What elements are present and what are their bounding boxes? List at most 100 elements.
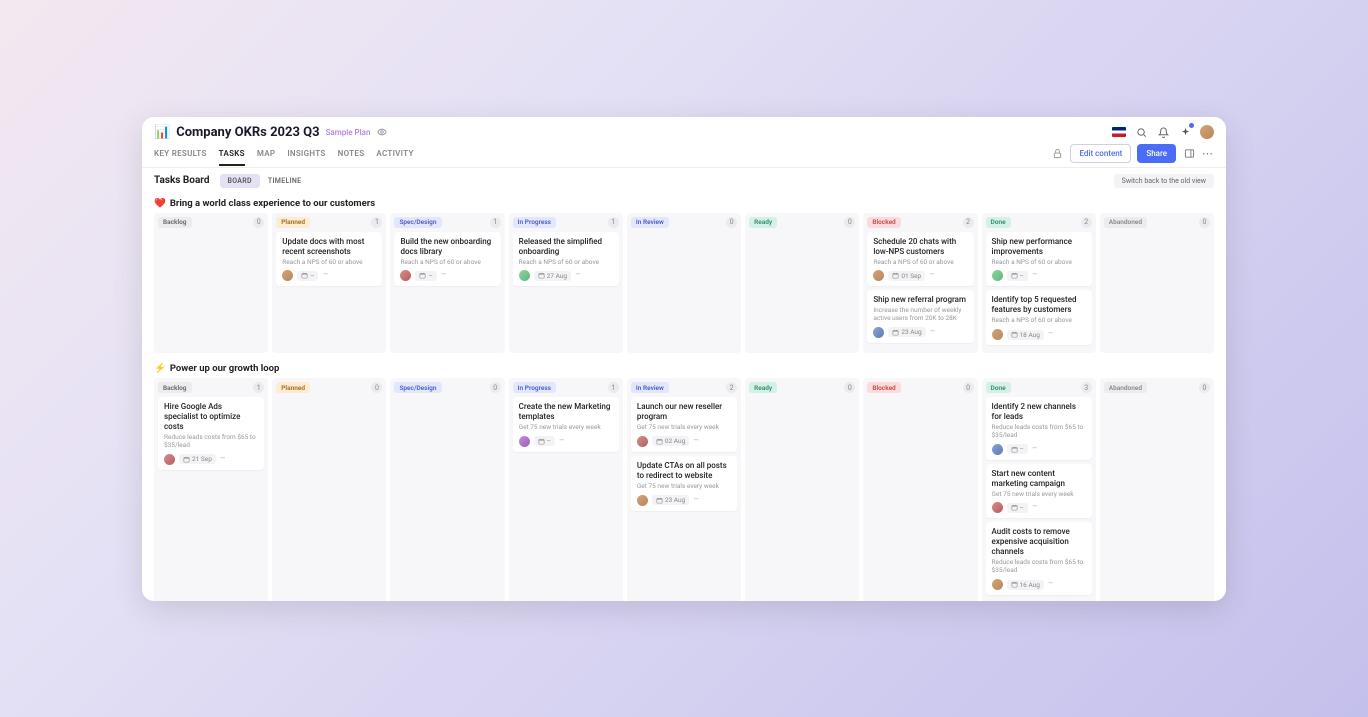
tab-activity[interactable]: ACTIVITY — [376, 145, 413, 166]
card-footer: 16 Aug– — [992, 579, 1086, 590]
language-flag-icon[interactable] — [1112, 127, 1126, 137]
assignee-avatar[interactable] — [992, 270, 1003, 281]
task-card[interactable]: Identify top 5 requested features by cus… — [986, 290, 1092, 345]
task-card[interactable]: Released the simplified onboardingReach … — [513, 232, 619, 287]
task-card[interactable]: Update CTAs on all posts to redirect to … — [631, 456, 737, 511]
card-more-icon[interactable]: – — [1048, 580, 1054, 589]
header-bar: 📊 Company OKRs 2023 Q3 Sample Plan — [142, 117, 1226, 140]
user-avatar[interactable] — [1200, 125, 1214, 139]
sparkle-icon[interactable] — [1178, 125, 1192, 139]
assignee-avatar[interactable] — [873, 327, 884, 338]
task-card[interactable]: Update docs with most recent screenshots… — [276, 232, 382, 287]
task-card[interactable]: Hire Google Ads specialist to optimize c… — [158, 397, 264, 470]
task-card[interactable]: Launch our new reseller programGet 75 ne… — [631, 397, 737, 452]
card-footer: –– — [992, 270, 1086, 281]
card-footer: 27 Aug– — [519, 270, 613, 281]
column-header: Planned0 — [276, 382, 382, 393]
due-date-pill[interactable]: 18 Aug — [1007, 330, 1044, 340]
column-header: Done3 — [986, 382, 1092, 393]
due-date-pill[interactable]: – — [1007, 271, 1028, 281]
lock-icon[interactable] — [1050, 146, 1064, 160]
card-more-icon[interactable]: – — [322, 271, 328, 280]
task-card[interactable]: Audit costs to remove expensive acquisit… — [986, 522, 1092, 595]
card-subtitle: Get 75 new trials every week — [519, 424, 613, 432]
tab-insights[interactable]: INSIGHTS — [287, 145, 325, 166]
tab-notes[interactable]: NOTES — [338, 145, 365, 166]
due-date-pill[interactable]: – — [534, 436, 555, 446]
due-date-pill[interactable]: 01 Sep — [888, 271, 925, 281]
card-more-icon[interactable]: – — [1032, 503, 1038, 512]
column-header: Spec/Design0 — [394, 382, 500, 393]
swimlane: ⚡Power up our growth loopBacklog1Hire Go… — [154, 359, 1214, 600]
column-specdesign: Spec/Design0 — [390, 378, 504, 600]
title-group: 📊 Company OKRs 2023 Q3 Sample Plan — [154, 125, 388, 140]
assignee-avatar[interactable] — [873, 270, 884, 281]
assignee-avatar[interactable] — [992, 444, 1003, 455]
visibility-icon[interactable] — [376, 126, 388, 138]
column-header: In Review2 — [631, 382, 737, 393]
card-title: Ship new performance improvements — [992, 237, 1086, 257]
count-badge: 0 — [844, 217, 855, 228]
panel-toggle-icon[interactable] — [1182, 146, 1196, 160]
edit-content-button[interactable]: Edit content — [1070, 144, 1131, 163]
more-menu-icon[interactable]: ⋯ — [1202, 147, 1214, 160]
card-more-icon[interactable]: – — [1048, 330, 1054, 339]
card-more-icon[interactable]: – — [220, 455, 226, 464]
search-icon[interactable] — [1134, 125, 1148, 139]
card-more-icon[interactable]: – — [929, 271, 935, 280]
board-subheader: Tasks Board BOARDTIMELINE Switch back to… — [142, 168, 1226, 194]
assignee-avatar[interactable] — [282, 270, 293, 281]
assignee-avatar[interactable] — [992, 329, 1003, 340]
tab-map[interactable]: MAP — [257, 145, 275, 166]
card-more-icon[interactable]: – — [441, 271, 447, 280]
due-date-pill[interactable]: – — [297, 271, 318, 281]
due-date-pill[interactable]: 02 Aug — [652, 436, 689, 446]
view-timeline[interactable]: TIMELINE — [260, 174, 310, 188]
tab-tasks[interactable]: TASKS — [219, 145, 245, 166]
card-title: Update docs with most recent screenshots — [282, 237, 376, 257]
column-blocked: Blocked0 — [863, 378, 977, 600]
due-date-pill[interactable]: – — [1007, 503, 1028, 513]
tab-key-results[interactable]: KEY RESULTS — [154, 145, 207, 166]
task-card[interactable]: Identify 2 new channels for leadsReduce … — [986, 397, 1092, 460]
due-date-pill[interactable]: 23 Aug — [652, 495, 689, 505]
task-card[interactable]: Build the new onboarding docs libraryRea… — [394, 232, 500, 287]
assignee-avatar[interactable] — [992, 502, 1003, 513]
count-badge: 2 — [1081, 217, 1092, 228]
card-more-icon[interactable]: – — [1032, 445, 1038, 454]
card-title: Hire Google Ads specialist to optimize c… — [164, 402, 258, 432]
card-title: Ship new referral program — [873, 295, 967, 305]
assignee-avatar[interactable] — [164, 454, 175, 465]
task-card[interactable]: Ship new performance improvementsReach a… — [986, 232, 1092, 287]
switch-old-view-link[interactable]: Switch back to the old view — [1114, 174, 1214, 188]
due-date-pill[interactable]: 21 Sep — [179, 454, 216, 464]
card-more-icon[interactable]: – — [575, 271, 581, 280]
due-date-pill[interactable]: – — [415, 271, 436, 281]
column-inreview: In Review0 — [627, 213, 741, 354]
card-more-icon[interactable]: – — [693, 437, 699, 446]
due-date-pill[interactable]: 16 Aug — [1007, 580, 1044, 590]
task-card[interactable]: Create the new Marketing templatesGet 75… — [513, 397, 619, 452]
card-more-icon[interactable]: – — [1032, 271, 1038, 280]
column-ready: Ready0 — [745, 378, 859, 600]
card-more-icon[interactable]: – — [930, 328, 936, 337]
assignee-avatar[interactable] — [519, 270, 530, 281]
due-date-pill[interactable]: 27 Aug — [534, 271, 571, 281]
assignee-avatar[interactable] — [519, 436, 530, 447]
assignee-avatar[interactable] — [400, 270, 411, 281]
view-board[interactable]: BOARD — [220, 174, 260, 188]
bell-icon[interactable] — [1156, 125, 1170, 139]
task-card[interactable]: Ship new referral programIncrease the nu… — [867, 290, 973, 343]
assignee-avatar[interactable] — [637, 436, 648, 447]
assignee-avatar[interactable] — [637, 495, 648, 506]
assignee-avatar[interactable] — [992, 579, 1003, 590]
task-card[interactable]: Schedule 20 chats with low-NPS customers… — [867, 232, 973, 287]
task-card[interactable]: Start new content marketing campaignGet … — [986, 464, 1092, 519]
card-more-icon[interactable]: – — [559, 437, 565, 446]
share-button[interactable]: Share — [1137, 144, 1176, 163]
card-more-icon[interactable]: – — [693, 496, 699, 505]
due-date-pill[interactable]: 23 Aug — [888, 327, 925, 337]
card-title: Identify top 5 requested features by cus… — [992, 295, 1086, 315]
plan-badge[interactable]: Sample Plan — [326, 128, 371, 137]
due-date-pill[interactable]: – — [1007, 444, 1028, 454]
